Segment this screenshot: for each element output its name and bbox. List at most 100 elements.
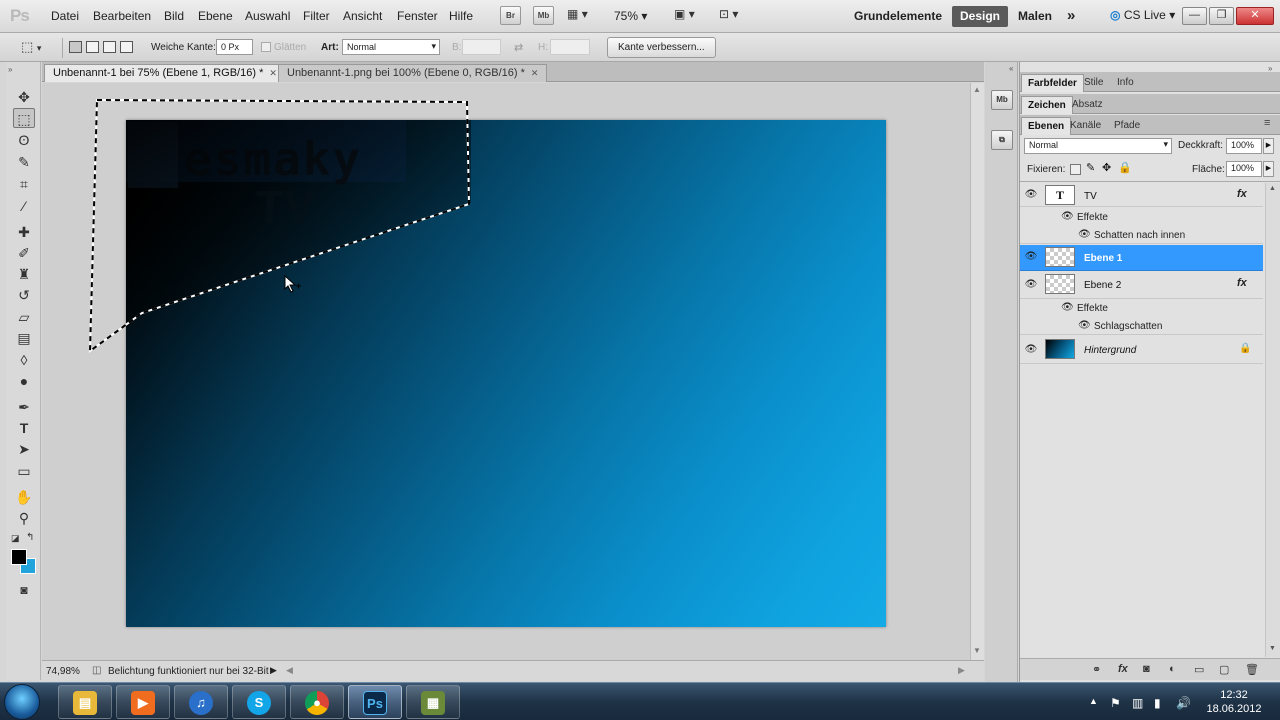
fill-input[interactable]: 100% [1226,161,1262,177]
trash-icon[interactable]: 🗑 [1245,663,1259,676]
visibility-eye-icon[interactable]: 👁 [1024,189,1038,201]
volume-icon[interactable]: 🔊 [1176,696,1191,710]
visibility-eye-icon[interactable]: 👁 [1024,344,1038,356]
gradient-tool-icon[interactable]: ▤ [13,328,35,348]
lock-all-icon[interactable]: 🔒 [1118,161,1132,174]
layers-scrollbar[interactable]: ▲ ▼ [1265,183,1280,657]
view-extras-dropdown[interactable]: ▦ ▾ [567,7,601,25]
opacity-input[interactable]: 100% [1226,138,1262,154]
opacity-slider-button[interactable]: ▶ [1263,138,1274,154]
history-brush-tool-icon[interactable]: ↺ [13,285,35,305]
clone-stamp-tool-icon[interactable]: ♜ [13,264,35,284]
visibility-eye-icon[interactable]: 👁 [1078,229,1091,240]
bridge-button[interactable]: Br [500,6,521,25]
scroll-left-icon[interactable]: ◀ [286,665,293,676]
start-button[interactable] [4,684,40,720]
crop-tool-icon[interactable]: ⌗ [13,174,35,194]
mini-bridge-panel-icon[interactable]: Mb [991,90,1013,110]
dodge-tool-icon[interactable]: ● [13,371,35,391]
taskbar-itunes[interactable]: ♫ [174,685,228,719]
scroll-right-icon[interactable]: ▶ [958,665,965,676]
layer-row-ebene-1[interactable]: 👁 Ebene 1 [1020,245,1263,271]
tab-stile[interactable]: Stile [1078,74,1109,92]
menu-bearbeiten[interactable]: Bearbeiten [93,9,151,23]
lock-position-icon[interactable]: ✥ [1102,161,1111,174]
power-icon[interactable]: ▮ [1154,696,1161,710]
status-menu-arrow-icon[interactable]: ▶ [270,665,277,676]
document-tab-active[interactable]: Unbenannt-1 bei 75% (Ebene 1, RGB/16) * ✕ [44,64,286,82]
menu-datei[interactable]: Datei [51,9,79,23]
vertical-scrollbar[interactable]: ▲ ▼ [970,83,984,660]
close-tab-icon[interactable]: ✕ [269,68,277,78]
smooth-checkbox[interactable] [261,42,271,52]
restore-button[interactable]: ❐ [1209,7,1234,25]
document-info-icon[interactable]: ◫ [92,665,101,676]
foreground-color-swatch[interactable] [11,549,27,565]
taskbar-photoshop[interactable]: Ps [348,685,402,719]
brush-tool-icon[interactable]: ✐ [13,243,35,263]
visibility-eye-icon[interactable]: 👁 [1061,211,1074,222]
fx-icon[interactable]: fx [1237,277,1247,289]
mini-bridge-button[interactable]: Mb [533,6,554,25]
quick-mask-icon[interactable]: ◙ [13,580,35,600]
minimize-button[interactable]: — [1182,7,1207,25]
move-tool-icon[interactable]: ✥ [13,87,35,107]
height-input[interactable] [550,39,590,55]
rectangle-marquee-tool-icon[interactable]: ⬚ [13,108,35,128]
layer-row-tv[interactable]: 👁 T TV fx [1020,183,1263,207]
add-mask-icon[interactable]: ◙ [1143,663,1150,675]
width-input[interactable] [462,39,501,55]
tab-kanaele[interactable]: Kanäle [1064,117,1107,135]
tab-absatz[interactable]: Absatz [1066,96,1109,114]
lasso-tool-icon[interactable]: ʘ [13,130,35,150]
system-clock[interactable]: 12:32 18.06.2012 [1196,688,1272,716]
visibility-eye-icon[interactable]: 👁 [1078,320,1091,331]
taskbar-media-player[interactable]: ▶ [116,685,170,719]
close-window-button[interactable]: ✕ [1236,7,1274,25]
new-group-icon[interactable]: ▭ [1194,663,1204,676]
collapse-icon[interactable]: » [8,65,12,74]
swap-icon[interactable]: ⇄ [514,41,523,54]
menu-hilfe[interactable]: Hilfe [449,9,473,23]
scroll-up-icon[interactable]: ▲ [1269,185,1276,192]
hand-tool-icon[interactable]: ✋ [13,487,35,507]
arrange-documents-dropdown[interactable]: ▣ ▾ [674,7,695,21]
blur-tool-icon[interactable]: ◊ [13,350,35,370]
type-tool-icon[interactable]: T [13,418,35,438]
fx-icon[interactable]: fx [1237,188,1247,200]
show-hidden-icons-icon[interactable]: ▲ [1089,696,1098,706]
healing-brush-tool-icon[interactable]: ✚ [13,222,35,242]
taskbar-skype[interactable]: S [232,685,286,719]
swap-colors-icon[interactable]: ↰ [26,532,34,543]
history-panel-icon[interactable]: ⧉ [991,130,1013,150]
taskbar-chrome[interactable]: ● [290,685,344,719]
new-layer-icon[interactable]: ▢ [1219,663,1229,676]
new-selection-icon[interactable] [69,41,82,53]
workspace-design[interactable]: Design [952,6,1009,27]
zoom-tool-icon[interactable]: ⚲ [13,508,35,528]
panel-menu-icon[interactable]: ≡ [1264,117,1270,129]
screen-mode-dropdown[interactable]: ⊡ ▾ [719,7,738,21]
layer-row-ebene-2[interactable]: 👁 Ebene 2 fx [1020,271,1263,299]
scroll-up-icon[interactable]: ▲ [973,85,981,94]
link-layers-icon[interactable]: ⚭ [1092,663,1101,676]
path-selection-tool-icon[interactable]: ➤ [13,439,35,459]
close-tab-icon[interactable]: ✕ [531,68,539,78]
visibility-eye-icon[interactable]: 👁 [1024,279,1038,291]
visibility-eye-icon[interactable]: 👁 [1061,302,1074,313]
action-center-icon[interactable]: ⚑ [1110,696,1121,710]
document-tab[interactable]: Unbenannt-1.png bei 100% (Ebene 0, RGB/1… [278,64,548,82]
tool-preset-picker[interactable]: ⬚ ▾ [21,39,41,55]
taskbar-app[interactable]: ▦ [406,685,460,719]
add-selection-icon[interactable] [86,41,99,53]
workspace-malen[interactable]: Malen [1010,6,1060,27]
taskbar-explorer[interactable]: ▤ [58,685,112,719]
quick-selection-tool-icon[interactable]: ✎ [13,152,35,172]
menu-filter[interactable]: Filter [303,9,330,23]
menu-bild[interactable]: Bild [164,9,184,23]
eyedropper-tool-icon[interactable]: ⁄ [13,196,35,216]
menu-ebene[interactable]: Ebene [198,9,233,23]
zoom-level[interactable]: 75% ▾ [614,9,647,23]
feather-input[interactable]: 0 Px [216,39,253,55]
eraser-tool-icon[interactable]: ▱ [13,307,35,327]
